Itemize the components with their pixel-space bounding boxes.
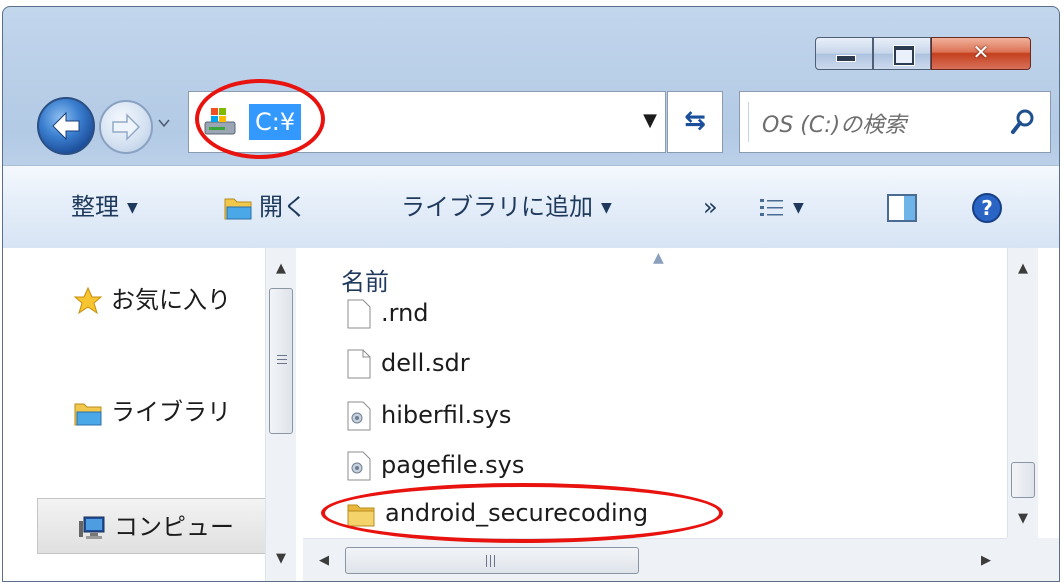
organize-label: 整理 (71, 193, 119, 221)
address-highlight-annotation (195, 79, 325, 159)
scroll-down-icon[interactable]: ▼ (1008, 506, 1038, 532)
scroll-up-icon[interactable]: ▲ (1008, 256, 1038, 282)
grip-icon (277, 355, 287, 367)
nav-item-label: ライブラリ (111, 398, 231, 426)
nav-item-libraries[interactable]: ライブラリ (73, 384, 231, 440)
folder-highlight-annotation (321, 483, 723, 543)
scroll-right-icon[interactable]: ▶ (971, 539, 1001, 581)
scrollbar-corner (1007, 538, 1059, 581)
file-name: hiberfil.sys (381, 401, 512, 429)
more-chevron-icon: » (703, 193, 718, 221)
column-header-name[interactable]: 名前 (341, 262, 389, 297)
file-icon (347, 349, 371, 379)
forward-arrow-icon (112, 113, 141, 141)
chevron-down-icon: ▼ (127, 200, 138, 216)
grip-icon (486, 555, 498, 567)
file-row[interactable]: dell.sdr (347, 338, 470, 388)
help-button[interactable]: ? (971, 166, 1003, 248)
open-label: 開く (259, 193, 307, 221)
back-button[interactable] (37, 97, 95, 155)
organize-menu[interactable]: 整理 ▼ (71, 166, 138, 248)
system-file-icon (347, 451, 371, 481)
file-row[interactable]: .rnd (347, 296, 429, 330)
system-file-icon (347, 401, 371, 431)
change-view-button[interactable]: ▼ (759, 166, 804, 248)
star-icon (73, 286, 103, 315)
forward-button[interactable] (99, 100, 153, 154)
back-arrow-icon (52, 111, 80, 141)
sort-ascending-icon: ▲ (653, 250, 664, 266)
library-icon (74, 403, 102, 426)
command-toolbar: 整理 ▼ 開く ライブラリに追加 ▼ » ▼ ? (3, 165, 1059, 249)
help-icon: ? (972, 193, 1002, 223)
add-to-library-menu[interactable]: ライブラリに追加 ▼ (401, 166, 612, 248)
explorer-window: ✕ C:¥ ▼ ⇆ OS (C:)の検索 整理 ▼ 開く ライブラリに追加 ▼ … (2, 6, 1060, 582)
file-icon (347, 299, 371, 329)
search-icon[interactable] (1010, 108, 1036, 136)
nav-item-label: お気に入り (111, 286, 231, 314)
minimize-icon (836, 55, 856, 62)
maximize-icon (893, 45, 915, 66)
close-button[interactable]: ✕ (931, 37, 1031, 70)
search-divider (748, 102, 749, 142)
more-commands-button[interactable]: » (703, 166, 718, 248)
nav-item-favorites[interactable]: お気に入り (73, 272, 231, 328)
open-button[interactable]: 開く (223, 166, 307, 248)
scrollbar-thumb[interactable] (345, 547, 639, 574)
file-name: pagefile.sys (381, 451, 525, 479)
address-dropdown-icon[interactable]: ▼ (643, 110, 657, 131)
refresh-icon: ⇆ (684, 106, 706, 136)
computer-icon (79, 516, 105, 539)
scroll-up-icon[interactable]: ▲ (266, 256, 296, 282)
search-placeholder: OS (C:)の検索 (762, 113, 907, 138)
nav-item-computer[interactable]: コンピュー (37, 498, 267, 554)
nav-pane-scrollbar[interactable]: ▲ ▼ (265, 248, 296, 581)
chevron-down-icon: ▼ (793, 200, 804, 216)
file-name: dell.sdr (381, 349, 470, 377)
file-list-horizontal-scrollbar[interactable]: ◀ ▶ (303, 538, 1007, 581)
close-icon: ✕ (972, 40, 990, 64)
file-row[interactable]: hiberfil.sys (347, 390, 511, 440)
chevron-down-icon (158, 119, 170, 128)
nav-item-label: コンピュー (114, 513, 234, 541)
scroll-left-icon[interactable]: ◀ (309, 539, 339, 581)
chevron-down-icon: ▼ (601, 200, 612, 216)
view-list-icon (760, 199, 783, 216)
svg-text:?: ? (981, 196, 993, 220)
scrollbar-thumb[interactable] (269, 288, 293, 434)
maximize-button[interactable] (873, 37, 931, 70)
navigation-pane: お気に入り ライブラリ コンピュー (3, 248, 267, 581)
open-folder-icon (224, 198, 252, 220)
file-name: .rnd (381, 299, 429, 327)
minimize-button[interactable] (815, 37, 873, 70)
file-list-vertical-scrollbar[interactable]: ▲ ▼ (1007, 248, 1038, 538)
search-box[interactable]: OS (C:)の検索 (739, 91, 1051, 153)
scroll-down-icon[interactable]: ▼ (266, 546, 296, 572)
recent-pages-dropdown[interactable] (158, 117, 170, 129)
add-to-library-label: ライブラリに追加 (401, 193, 593, 221)
refresh-button[interactable]: ⇆ (667, 91, 723, 153)
preview-pane-icon (887, 194, 917, 222)
scrollbar-thumb[interactable] (1011, 462, 1035, 498)
preview-pane-button[interactable] (887, 166, 917, 248)
